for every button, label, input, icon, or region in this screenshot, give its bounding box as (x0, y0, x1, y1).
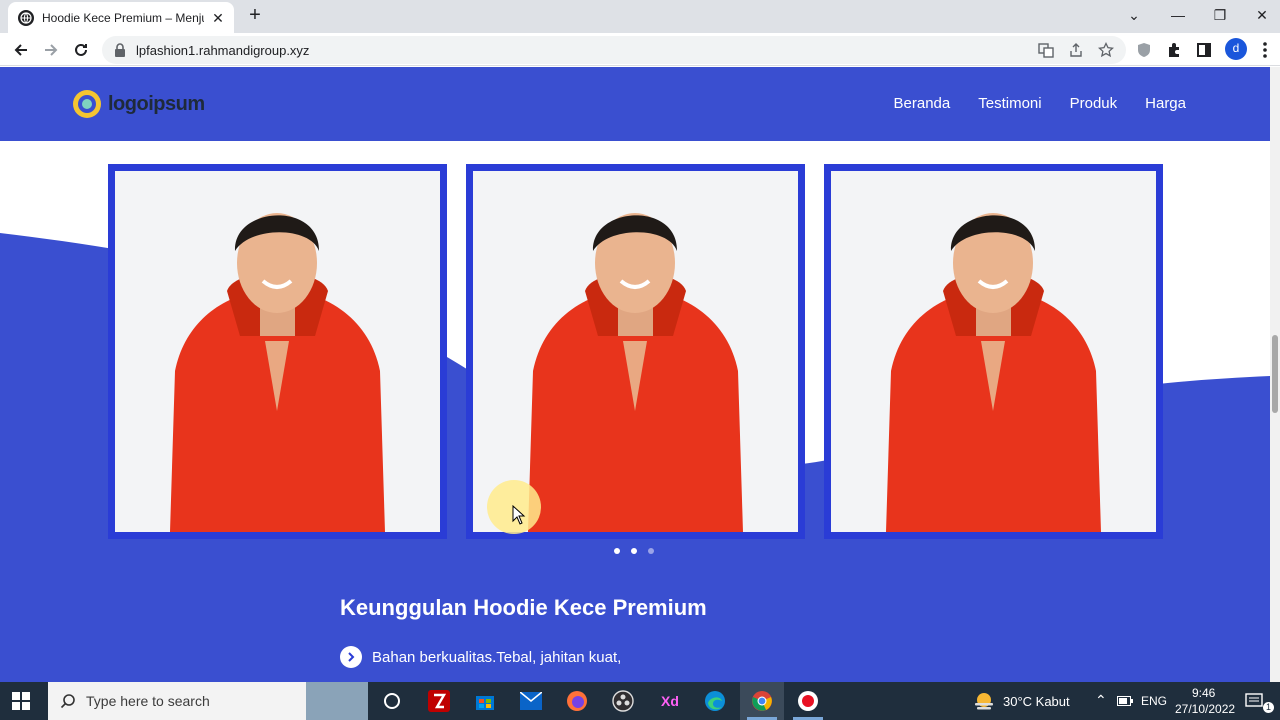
close-tab-icon[interactable]: ✕ (210, 10, 226, 26)
mail-icon[interactable] (519, 689, 543, 713)
tab-title: Hoodie Kece Premium – Menjual (42, 10, 204, 25)
gallery-card[interactable] (824, 164, 1163, 539)
address-bar[interactable]: lpfashion1.rahmandigroup.xyz (102, 36, 1126, 64)
filezilla-icon[interactable] (427, 689, 451, 713)
search-icon (60, 694, 75, 709)
feature-text: Bahan berkualitas.Tebal, jahitan kuat, (372, 648, 622, 666)
chevron-up-icon[interactable]: ⌃ (1095, 692, 1107, 709)
mouse-cursor-icon (512, 505, 526, 525)
nav-testimoni[interactable]: Testimoni (978, 95, 1041, 112)
man-in-red-hoodie-image (886, 213, 1101, 532)
menu-kebab-icon[interactable] (1256, 41, 1274, 59)
bookmark-star-icon[interactable] (1097, 41, 1115, 59)
windows-taskbar: Type here to search Xd 30°C Kabut ⌃ ENG … (0, 682, 1280, 720)
globe-icon (18, 9, 34, 26)
reload-button[interactable] (68, 37, 94, 63)
shield-extension-icon[interactable] (1135, 41, 1153, 59)
scrollbar-thumb[interactable] (1272, 335, 1278, 413)
feature-item: Bahan berkualitas.Tebal, jahitan kuat, (340, 646, 621, 668)
product-gallery (108, 164, 1163, 539)
search-highlights-image[interactable] (306, 682, 368, 720)
browser-toolbar: lpfashion1.rahmandigroup.xyz (0, 33, 1280, 66)
taskbar-search-box[interactable]: Type here to search (48, 682, 306, 720)
chrome-icon[interactable] (750, 689, 774, 713)
logo-text: logoipsum (108, 92, 205, 115)
obs-studio-icon[interactable] (611, 689, 635, 713)
notification-count-badge: 1 (1263, 702, 1274, 713)
hoodie-photo (473, 171, 798, 532)
site-header: logoipsum Beranda Testimoni Produk Harga (0, 67, 1270, 141)
lock-icon (115, 43, 125, 57)
maximize-button[interactable]: ❐ (1198, 0, 1242, 30)
nav-harga[interactable]: Harga (1145, 95, 1186, 112)
translate-icon[interactable] (1037, 41, 1055, 59)
side-panel-icon[interactable] (1195, 41, 1213, 59)
minimize-button[interactable]: — (1156, 0, 1200, 30)
firefox-icon[interactable] (565, 689, 589, 713)
main-nav: Beranda Testimoni Produk Harga (894, 95, 1186, 112)
nav-produk[interactable]: Produk (1070, 95, 1118, 112)
arrow-right-icon (45, 44, 58, 56)
arrow-left-icon (14, 44, 27, 56)
clock-time[interactable]: 9:46 (1192, 686, 1215, 700)
reload-icon (75, 43, 87, 56)
weather-haze-icon[interactable] (972, 689, 996, 713)
url-text: lpfashion1.rahmandigroup.xyz (136, 42, 310, 58)
tab-search-icon[interactable]: ⌄ (1112, 0, 1156, 30)
chevron-right-circle-icon (340, 646, 362, 668)
carousel-dot-active[interactable] (631, 548, 637, 554)
man-in-red-hoodie-image (528, 213, 743, 532)
carousel-dot[interactable] (614, 548, 620, 554)
site-logo[interactable]: logoipsum (72, 89, 205, 119)
back-button[interactable] (8, 37, 34, 63)
extensions-puzzle-icon[interactable] (1165, 41, 1183, 59)
new-tab-button[interactable]: + (244, 4, 266, 26)
carousel-dot[interactable] (648, 548, 654, 554)
adobe-xd-icon[interactable]: Xd (657, 689, 683, 713)
carousel-dots (614, 548, 654, 554)
weather-text[interactable]: 30°C Kabut (1003, 694, 1070, 709)
nav-beranda[interactable]: Beranda (894, 95, 951, 112)
page-viewport: logoipsum Beranda Testimoni Produk Harga (0, 67, 1270, 682)
search-placeholder: Type here to search (86, 693, 210, 709)
share-icon[interactable] (1067, 41, 1085, 59)
browser-tab-strip: Hoodie Kece Premium – Menjual ✕ + ⌄ — ❐ … (0, 0, 1280, 33)
clock-date[interactable]: 27/10/2022 (1175, 702, 1235, 716)
logo-mark-icon (73, 90, 101, 118)
window-close-button[interactable]: ✕ (1240, 0, 1280, 30)
notification-center-icon[interactable] (1245, 692, 1263, 710)
microsoft-store-icon[interactable] (473, 689, 497, 713)
screen-recorder-icon[interactable] (796, 689, 820, 713)
features-heading: Keunggulan Hoodie Kece Premium (340, 595, 707, 620)
battery-icon[interactable] (1117, 696, 1133, 706)
forward-button[interactable] (38, 37, 64, 63)
windows-start-icon[interactable] (12, 692, 30, 710)
profile-avatar[interactable]: d (1225, 38, 1247, 60)
browser-tab[interactable]: Hoodie Kece Premium – Menjual ✕ (8, 2, 234, 33)
page-scrollbar[interactable] (1270, 67, 1280, 682)
hoodie-photo (831, 171, 1156, 532)
man-in-red-hoodie-image (170, 213, 385, 532)
edge-icon[interactable] (703, 689, 727, 713)
cortana-icon[interactable] (380, 689, 404, 713)
gallery-card[interactable] (108, 164, 447, 539)
hoodie-photo (115, 171, 440, 532)
language-indicator[interactable]: ENG (1141, 694, 1167, 708)
